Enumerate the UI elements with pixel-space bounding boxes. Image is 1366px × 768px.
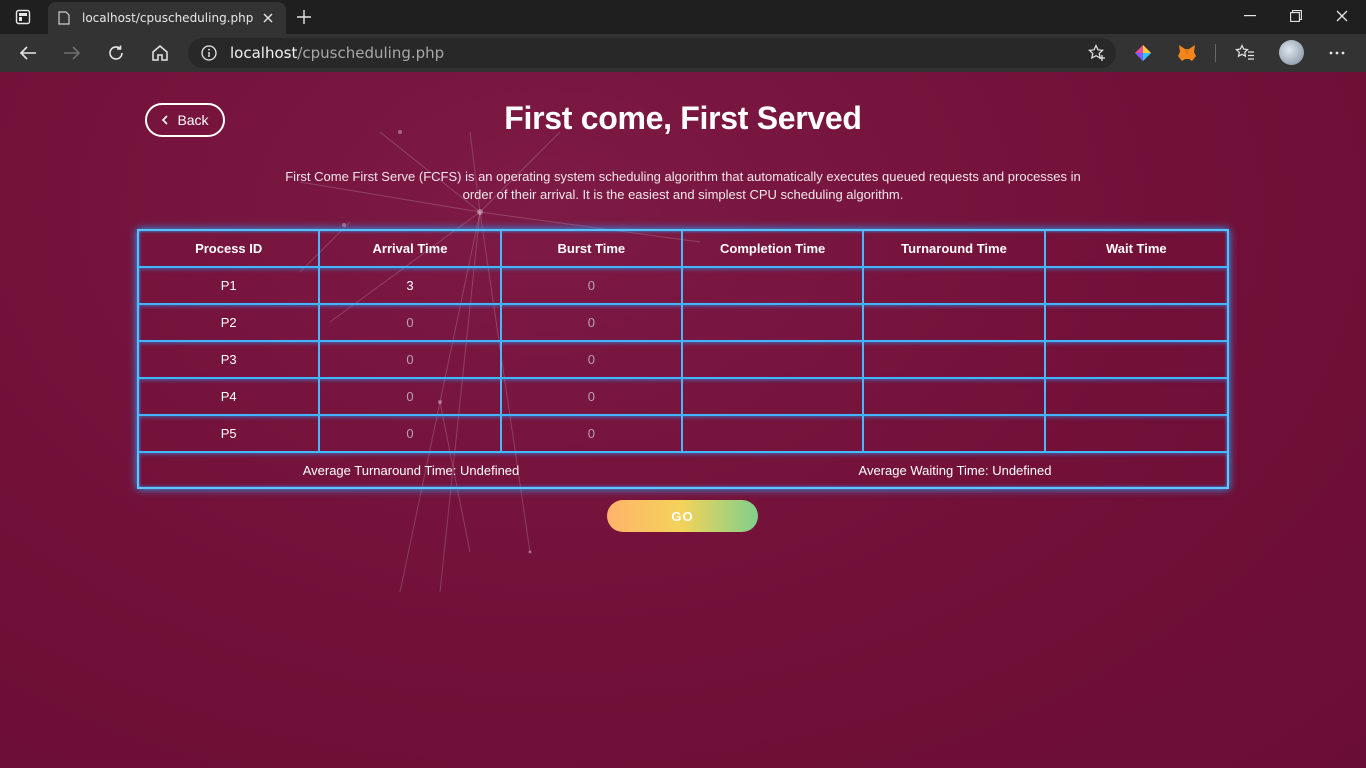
burst-time-input[interactable] xyxy=(501,416,681,451)
toolbar-separator xyxy=(1215,44,1216,62)
restore-icon[interactable] xyxy=(1286,6,1306,26)
page-title: First come, First Served xyxy=(504,100,862,136)
wait-time-cell xyxy=(1046,416,1227,451)
arrival-time-input[interactable] xyxy=(320,305,500,340)
address-path: /cpuscheduling.php xyxy=(297,44,445,62)
home-icon[interactable] xyxy=(149,42,171,64)
page-description: First Come First Serve (FCFS) is an oper… xyxy=(285,169,1081,202)
wait-time-cell xyxy=(1046,305,1227,340)
wait-time-cell xyxy=(1046,268,1227,303)
table-row: P4 xyxy=(139,379,1227,416)
forward-arrow-icon[interactable] xyxy=(61,42,83,64)
turnaround-time-cell xyxy=(864,416,1046,451)
process-id-cell: P1 xyxy=(139,268,321,303)
wait-time-cell xyxy=(1046,379,1227,414)
go-button[interactable]: GO xyxy=(607,500,758,532)
close-window-icon[interactable] xyxy=(1332,6,1352,26)
tab-actions-icon[interactable] xyxy=(14,8,32,26)
address-host: localhost xyxy=(230,44,298,62)
new-tab-icon[interactable] xyxy=(295,8,313,26)
refresh-icon[interactable] xyxy=(105,42,127,64)
completion-time-cell xyxy=(683,342,865,377)
table-footer-row: Average Turnaround Time: Undefined Avera… xyxy=(139,453,1227,487)
table-row: P1 xyxy=(139,268,1227,305)
turnaround-time-cell xyxy=(864,268,1046,303)
table-row: P2 xyxy=(139,305,1227,342)
arrival-time-input[interactable] xyxy=(320,379,500,414)
address-url[interactable]: localhost/cpuscheduling.php xyxy=(230,44,444,62)
wait-time-cell xyxy=(1046,342,1227,377)
browser-toolbar: localhost/cpuscheduling.php xyxy=(0,34,1366,72)
minimize-icon[interactable] xyxy=(1240,6,1260,26)
average-turnaround-time: Average Turnaround Time: Undefined xyxy=(302,462,520,478)
profile-avatar[interactable] xyxy=(1279,40,1304,65)
favorites-icon[interactable] xyxy=(1234,42,1256,64)
header-arrival-time: Arrival Time xyxy=(320,231,502,266)
header-process-id: Process ID xyxy=(139,231,321,266)
arrival-time-input[interactable] xyxy=(320,342,500,377)
process-id-cell: P4 xyxy=(139,379,321,414)
completion-time-cell xyxy=(683,305,865,340)
completion-time-cell xyxy=(683,416,865,451)
header-turnaround-time: Turnaround Time xyxy=(864,231,1046,266)
burst-time-input[interactable] xyxy=(501,305,681,340)
process-id-cell: P5 xyxy=(139,416,321,451)
arrival-time-input[interactable] xyxy=(320,268,500,303)
page-favicon-icon xyxy=(58,10,72,26)
completion-time-cell xyxy=(683,379,865,414)
arrival-time-input[interactable] xyxy=(320,416,500,451)
process-id-cell: P2 xyxy=(139,305,321,340)
average-waiting-time: Average Waiting Time: Undefined xyxy=(858,462,1052,478)
table-header-row: Process ID Arrival Time Burst Time Compl… xyxy=(139,231,1227,268)
header-burst-time: Burst Time xyxy=(502,231,683,266)
back-arrow-icon[interactable] xyxy=(17,42,39,64)
burst-time-input[interactable] xyxy=(501,268,681,303)
site-info-icon[interactable] xyxy=(200,44,218,62)
metamask-fox-icon[interactable] xyxy=(1176,42,1198,64)
more-menu-icon[interactable] xyxy=(1326,42,1348,64)
close-tab-icon[interactable] xyxy=(260,10,276,26)
process-table: Process ID Arrival Time Burst Time Compl… xyxy=(137,229,1229,489)
tab-title: localhost/cpuscheduling.php xyxy=(82,11,254,25)
page-content: Back First come, First Served First Come… xyxy=(0,72,1366,768)
burst-time-input[interactable] xyxy=(501,379,681,414)
burst-time-input[interactable] xyxy=(501,342,681,377)
process-id-cell: P3 xyxy=(139,342,321,377)
turnaround-time-cell xyxy=(864,379,1046,414)
completion-time-cell xyxy=(683,268,865,303)
address-bar[interactable]: localhost/cpuscheduling.php xyxy=(188,38,1116,68)
header-completion-time: Completion Time xyxy=(683,231,865,266)
header-wait-time: Wait Time xyxy=(1105,241,1167,256)
turnaround-time-cell xyxy=(864,342,1046,377)
table-row: P5 xyxy=(139,416,1227,453)
table-row: P3 xyxy=(139,342,1227,379)
add-favorite-icon[interactable] xyxy=(1088,44,1106,62)
turnaround-time-cell xyxy=(864,305,1046,340)
active-tab[interactable]: localhost/cpuscheduling.php xyxy=(48,2,286,34)
browser-tabbar: localhost/cpuscheduling.php xyxy=(0,0,1366,34)
extension-icon[interactable] xyxy=(1132,42,1154,64)
